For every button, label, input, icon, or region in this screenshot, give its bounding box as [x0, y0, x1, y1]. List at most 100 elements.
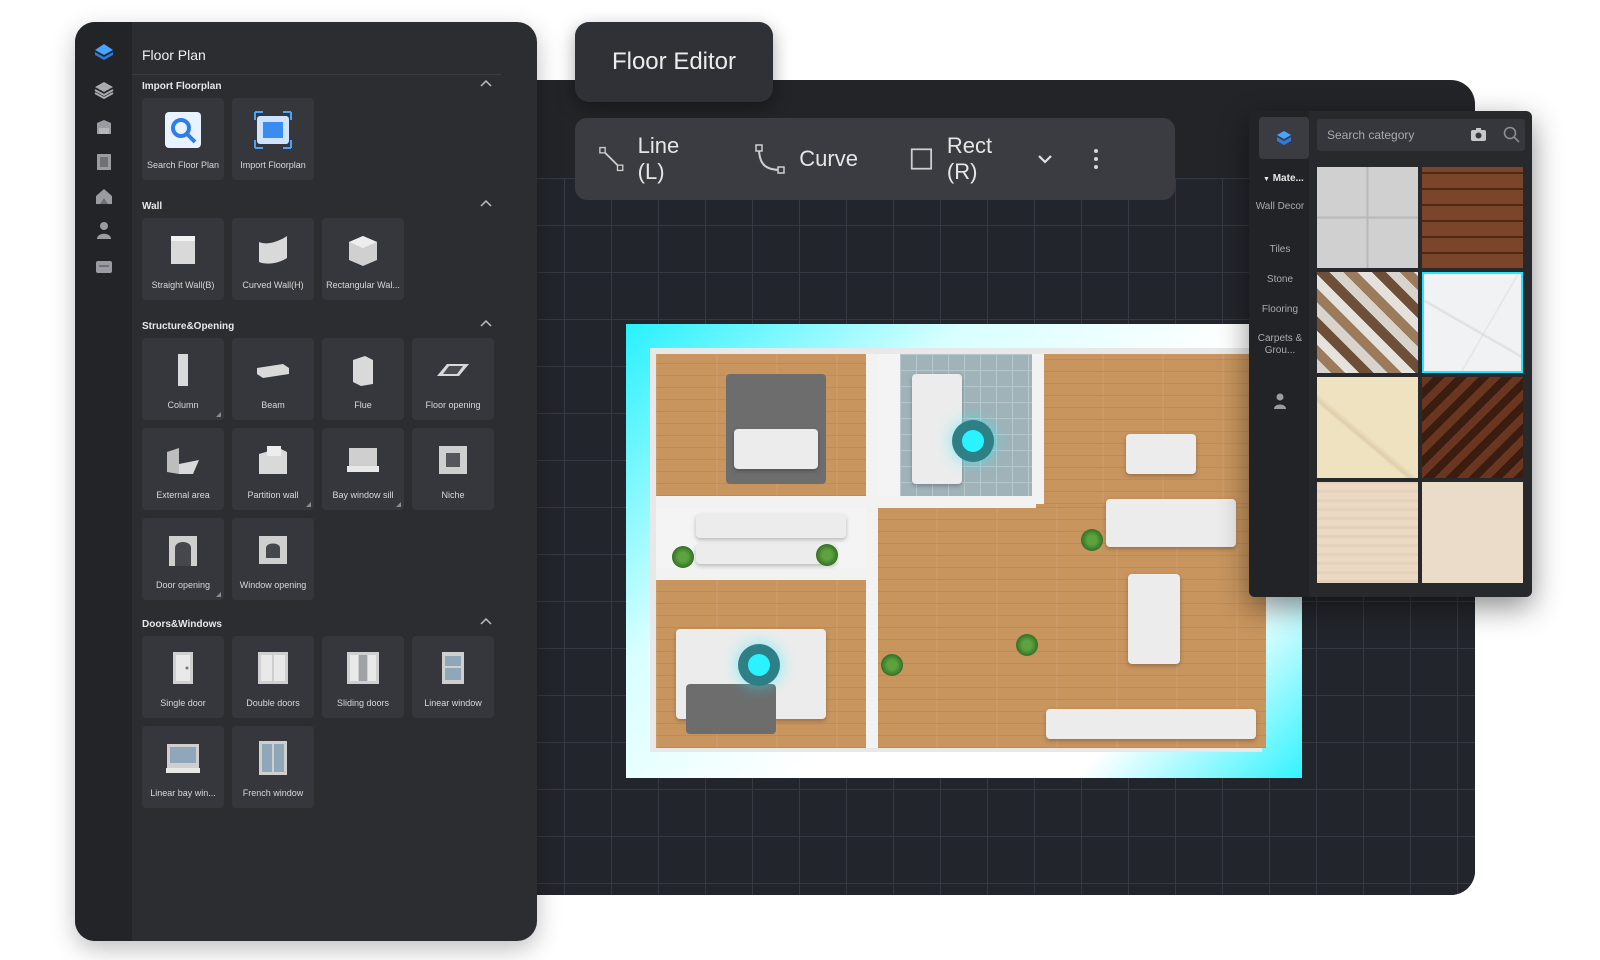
material-swatch-light-wood[interactable] [1317, 482, 1418, 583]
shelf [696, 544, 836, 564]
column-icon [178, 354, 188, 386]
floor-plan-room-area [650, 348, 1266, 752]
camera-marker[interactable] [738, 644, 780, 686]
material-swatch-cream-stone[interactable] [1422, 482, 1523, 583]
app-logo-icon[interactable] [94, 42, 114, 62]
double-doors-button[interactable]: Double doors [232, 636, 314, 718]
materials-panel: ▼ Mate... Wall Decor Tiles Stone Floorin… [1249, 111, 1532, 597]
left-tool-rail [75, 22, 132, 941]
curve-tool-button[interactable]: Curve [755, 144, 858, 174]
curve-tool-label: Curve [799, 146, 858, 171]
bay-window-sill-button[interactable]: Bay window sill [322, 428, 404, 510]
floor-plan-panel: Floor Plan Import Floorplan Search Floor… [75, 22, 537, 941]
desk [696, 514, 846, 538]
single-door-button[interactable]: Single door [142, 636, 224, 718]
material-swatch-concrete[interactable] [1317, 167, 1418, 268]
house-icon[interactable] [94, 186, 114, 206]
variant-indicator [396, 502, 401, 507]
chevron-up-icon[interactable] [480, 199, 492, 209]
sliding-doors-icon [347, 652, 379, 684]
straight-wall-button[interactable]: Straight Wall(B) [142, 218, 224, 300]
straight-wall-icon [171, 236, 195, 264]
rectangular-wall-icon [349, 236, 377, 266]
material-swatch-white-marble[interactable] [1422, 272, 1523, 373]
search-icon[interactable] [1503, 126, 1520, 143]
category-tiles[interactable]: Tiles [1251, 244, 1309, 256]
curved-wall-icon [259, 236, 287, 264]
camera-icon[interactable] [1471, 128, 1486, 141]
camera-marker[interactable] [952, 420, 994, 462]
wall [866, 496, 1036, 508]
kitchen-floor [1042, 354, 1264, 504]
materials-category-rail: ▼ Mate... Wall Decor Tiles Stone Floorin… [1249, 111, 1309, 597]
category-wall-decor[interactable]: Wall Decor [1251, 201, 1309, 213]
rect-tool-button[interactable]: Rect (R) [910, 133, 1019, 185]
variant-indicator [306, 502, 311, 507]
external-area-button[interactable]: External area [142, 428, 224, 510]
floor-opening-icon [437, 364, 469, 376]
editor-title: Floor Editor [611, 48, 737, 75]
door-opening-button[interactable]: Door opening [142, 518, 224, 600]
partition-wall-button[interactable]: Partition wall [232, 428, 314, 510]
line-tool-button[interactable]: Line (L) [599, 133, 703, 185]
material-swatch-walnut[interactable] [1422, 377, 1523, 478]
category-flooring[interactable]: Flooring [1251, 304, 1309, 316]
niche-button[interactable]: Niche [412, 428, 494, 510]
niche-icon [439, 446, 467, 474]
chevron-up-icon[interactable] [480, 79, 492, 89]
rect-tool-icon [910, 148, 932, 170]
linear-bay-window-button[interactable]: Linear bay win... [142, 726, 224, 808]
kitchen-counter [1046, 709, 1256, 739]
sliding-doors-button[interactable]: Sliding doors [322, 636, 404, 718]
app-root: { "editor": { "title": "Floor Editor" },… [0, 0, 1600, 960]
category-carpets[interactable]: Carpets & Grou... [1251, 333, 1309, 357]
person-icon[interactable] [94, 220, 114, 240]
rectangular-wall-button[interactable]: Rectangular Wal... [322, 218, 404, 300]
section-header-doors-windows[interactable]: Doors&Windows [142, 614, 492, 634]
editor-title-tab[interactable]: Floor Editor [575, 22, 773, 102]
flue-button[interactable]: Flue [322, 338, 404, 420]
column-button[interactable]: Column [142, 338, 224, 420]
tool-dropdown-button[interactable] [1037, 151, 1053, 167]
line-tool-label: Line (L) [637, 133, 680, 184]
beam-button[interactable]: Beam [232, 338, 314, 420]
linear-window-button[interactable]: Linear window [412, 636, 494, 718]
more-options-button[interactable] [1093, 148, 1099, 170]
door-icon[interactable] [94, 152, 114, 172]
category-materials[interactable]: ▼ Mate... [1263, 173, 1321, 186]
section-header-wall[interactable]: Wall [142, 196, 492, 216]
rect-tool-label: Rect (R) [946, 133, 993, 184]
dining-table [1128, 574, 1180, 664]
section-header-structure-opening[interactable]: Structure&Opening [142, 316, 492, 336]
line-tool-icon [599, 146, 624, 172]
wall [1032, 354, 1044, 504]
bed-blanket [734, 429, 818, 469]
cabinet-icon[interactable] [94, 117, 114, 137]
material-swatch-beige-marble[interactable] [1317, 377, 1418, 478]
box-icon[interactable] [94, 256, 114, 276]
materials-tab[interactable] [1259, 117, 1309, 159]
person-icon[interactable] [1273, 393, 1287, 409]
layers-icon[interactable] [94, 80, 114, 100]
floor-opening-button[interactable]: Floor opening [412, 338, 494, 420]
plant [881, 654, 903, 676]
material-swatch-herringbone[interactable] [1317, 272, 1418, 373]
curved-wall-button[interactable]: Curved Wall(H) [232, 218, 314, 300]
french-window-button[interactable]: French window [232, 726, 314, 808]
chevron-up-icon[interactable] [480, 617, 492, 627]
chevron-up-icon[interactable] [480, 319, 492, 329]
wall [656, 568, 866, 580]
category-stone[interactable]: Stone [1251, 274, 1309, 286]
plant [672, 546, 694, 568]
french-window-icon [259, 741, 287, 775]
window-opening-icon [259, 536, 287, 564]
import-floorplan-button[interactable]: Import Floorplan [232, 98, 314, 180]
section-header-import-floorplan[interactable]: Import Floorplan [142, 76, 492, 96]
window-opening-button[interactable]: Window opening [232, 518, 314, 600]
plant [1016, 634, 1038, 656]
search-floor-plan-button[interactable]: Search Floor Plan [142, 98, 224, 180]
flue-icon [353, 356, 373, 386]
material-swatch-dark-wood[interactable] [1422, 167, 1523, 268]
material-search-input[interactable] [1317, 119, 1525, 151]
floor-plan-render[interactable] [626, 324, 1302, 778]
